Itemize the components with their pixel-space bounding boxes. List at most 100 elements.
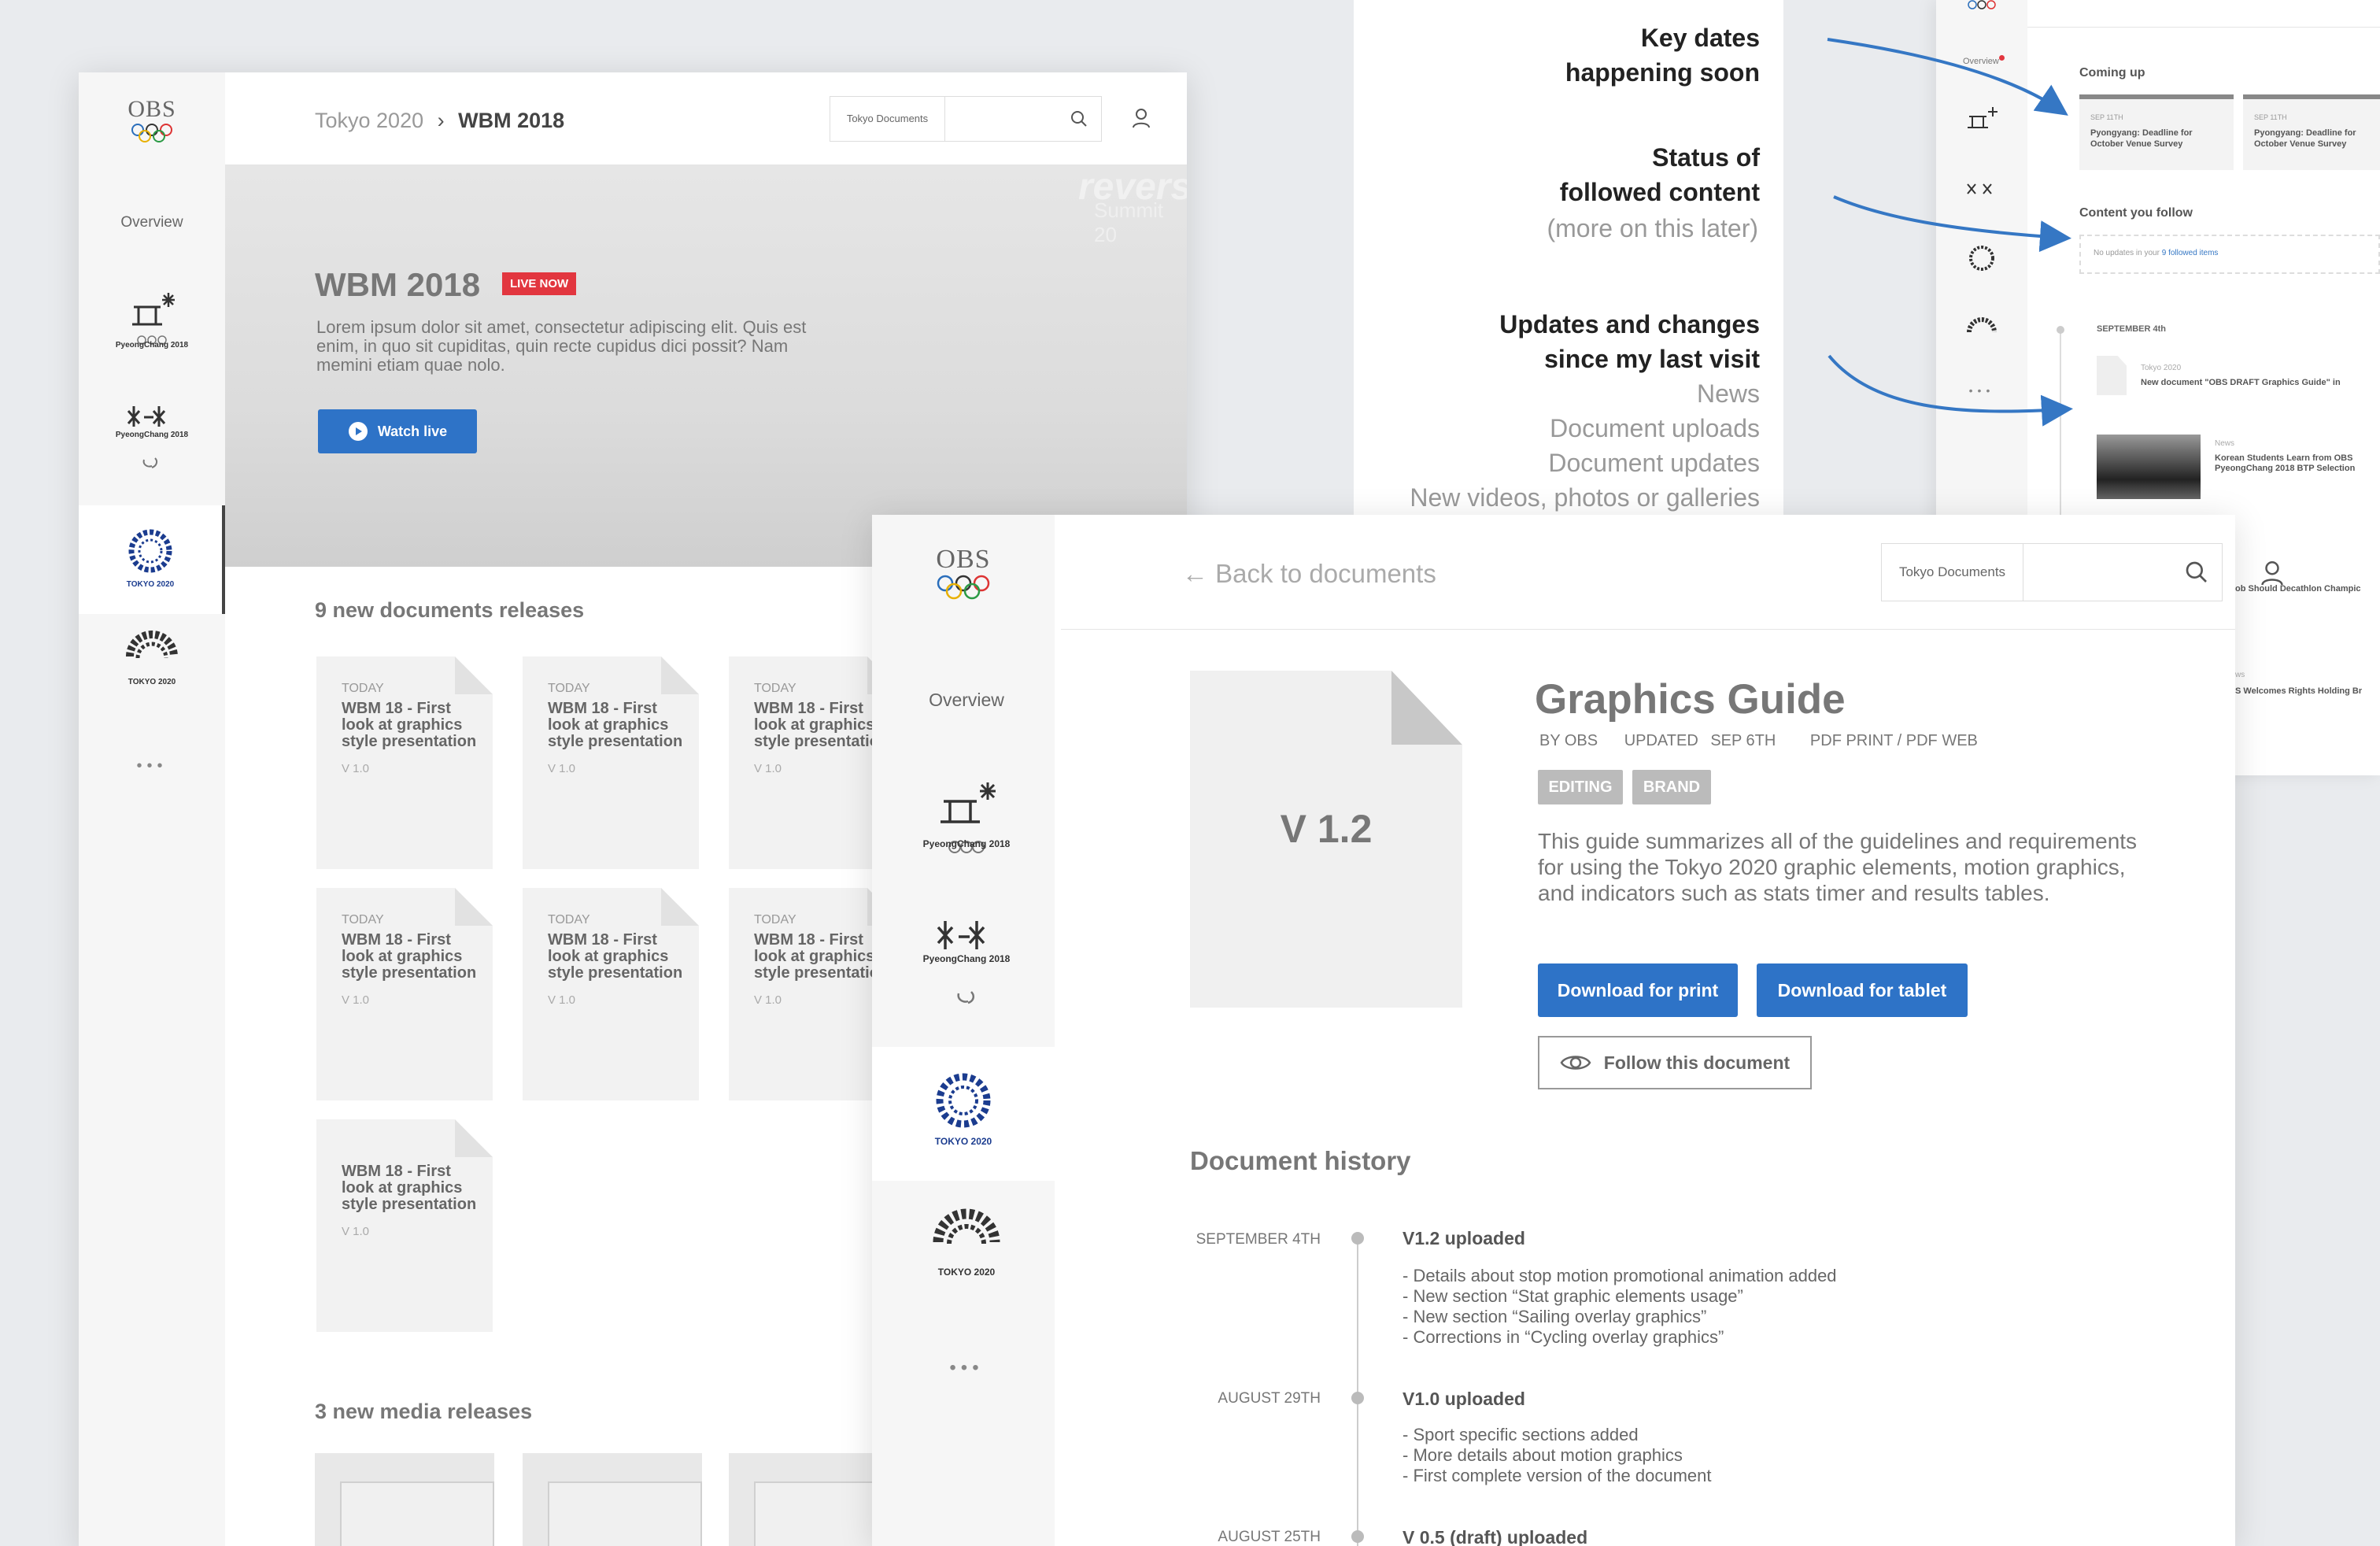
annotation-line: Updates and changes — [1499, 310, 1760, 338]
media-heading: 3 new media releases — [315, 1400, 533, 1423]
annotation-updates: Updates and changes since my last visit — [1499, 307, 1760, 376]
feed-item[interactable]: Tokyo 2020 New document "OBS DRAFT Graph… — [2097, 356, 2380, 403]
sidebar-item-overview[interactable]: Overview — [872, 690, 1061, 711]
hero-title: WBM 2018 — [315, 266, 481, 303]
doc-date: TODAY — [342, 682, 384, 695]
search-icon[interactable] — [2184, 560, 2209, 585]
tag-editing[interactable]: EDITING — [1538, 770, 1623, 804]
sidebar-item-pyeongchang[interactable]: PyeongChang 2018 — [79, 285, 225, 395]
followed-status-prefix: No updates in your — [2094, 249, 2160, 257]
history-date: AUGUST 25TH — [1218, 1529, 1321, 1545]
doc-card[interactable]: TODAY WBM 18 - First look at graphics sty… — [316, 888, 493, 1100]
sidebar-item-tokyo-paralympic[interactable]: TOKYO 2020 — [872, 1198, 1061, 1324]
doc-version: V 1.0 — [548, 762, 576, 775]
tokyo-para-caption: TOKYO 2020 — [128, 678, 176, 686]
event-date: SEP 11TH — [2090, 113, 2123, 121]
search-box[interactable]: Tokyo Documents — [1881, 543, 2223, 601]
feed-item-text[interactable]: ob Should Decathlon Champic — [2235, 584, 2361, 594]
feed-date-label: SEPTEMBER 4th — [2097, 324, 2167, 334]
watch-live-button[interactable]: Watch live — [318, 409, 477, 453]
history-detail-item: - Sport specific sections added — [1402, 1425, 1639, 1444]
feed-item-text[interactable]: S Welcomes Rights Holding Br — [2235, 686, 2362, 696]
sidebar-item-pyeongchang-paralympic[interactable]: PyeongChang 2018 — [872, 908, 1061, 1034]
annotation-line: Document uploads — [1550, 414, 1760, 442]
follow-document-button[interactable]: Follow this document — [1538, 1036, 1812, 1089]
sidebar-item-pyeongchang-paralympic[interactable]: PyeongChang 2018 — [79, 395, 225, 505]
search-box[interactable]: Tokyo Documents — [830, 96, 1102, 142]
sidebar-item-overview[interactable]: Overview — [79, 214, 225, 231]
history-detail-item: - New section “Stat graphic elements usa… — [1402, 1286, 1743, 1306]
obs-logo[interactable]: OBS — [79, 96, 225, 143]
user-icon[interactable] — [1132, 107, 1151, 129]
search-icon[interactable] — [1070, 109, 1088, 128]
annotation-update-types: News Document uploads Document updates N… — [1410, 376, 1760, 515]
doc-date: TODAY — [754, 682, 796, 695]
event-card[interactable]: SEP 11TH Pyongyang: Deadline for October… — [2243, 94, 2380, 170]
pyeongchang-2018-logo-icon[interactable] — [1960, 101, 2004, 148]
eye-icon — [1560, 1056, 1591, 1070]
history-entry-title: V1.0 uploaded — [1402, 1389, 1525, 1409]
sidebar-item-tokyo-paralympic[interactable]: TOKYO 2020 — [79, 623, 225, 734]
more-icon[interactable]: ••• — [79, 757, 225, 775]
more-icon[interactable]: ••• — [1936, 384, 2027, 397]
doc-card[interactable]: TODAY WBM 18 - First look at graphics sty… — [523, 656, 699, 869]
search-scope-label[interactable]: Tokyo Documents — [1882, 544, 2023, 601]
media-thumb-frame — [340, 1481, 494, 1546]
history-date: AUGUST 29TH — [1218, 1390, 1321, 1407]
history-heading: Document history — [1190, 1146, 1411, 1175]
annotation-key-dates: Key dates happening soon — [1565, 20, 1760, 90]
breadcrumb-parent[interactable]: Tokyo 2020 — [315, 109, 423, 132]
search-scope-label[interactable]: Tokyo Documents — [830, 97, 945, 141]
tokyo-paralympic-emblem-icon[interactable] — [1964, 310, 1999, 357]
history-entry-title: V1.2 uploaded — [1402, 1228, 1525, 1248]
back-to-documents-link[interactable]: ← Back to documents — [1182, 559, 1436, 589]
media-card[interactable] — [523, 1453, 702, 1546]
document-title: Graphics Guide — [1535, 676, 1846, 723]
sidebar-item-tokyo-2020-active[interactable]: TOKYO 2020 — [79, 505, 225, 614]
annotation-line: Document updates — [1548, 449, 1760, 477]
tag-brand[interactable]: BRAND — [1632, 770, 1711, 804]
page-fold-icon — [1391, 671, 1462, 745]
live-now-badge: LIVE NOW — [502, 272, 577, 295]
feed-item-label: ws — [2235, 671, 2245, 679]
obs-logo-text: OBS — [936, 545, 991, 574]
doc-card[interactable]: WBM 18 - First look at graphics style pr… — [316, 1119, 493, 1332]
olympic-rings-icon — [131, 124, 172, 142]
doc-title: WBM 18 - First look at graphics style pr… — [548, 700, 683, 750]
hero-description: Lorem ipsum dolor sit amet, consectetur … — [316, 317, 807, 375]
more-icon[interactable]: ••• — [872, 1357, 1061, 1379]
left-sidebar: OBS Overview PyeongChang 2018 PyeongChan… — [79, 72, 225, 1546]
annotation-line: Key dates — [1640, 24, 1760, 52]
breadcrumb: Tokyo 2020 › WBM 2018 — [315, 109, 564, 133]
breadcrumb-separator: › — [437, 109, 445, 132]
download-tablet-button[interactable]: Download for tablet — [1757, 963, 1968, 1017]
feed-item[interactable]: News Korean Students Learn from OBS Pyeo… — [2097, 435, 2380, 499]
doc-title: WBM 18 - First look at graphics style pr… — [342, 1163, 477, 1213]
doc-version: V 1.0 — [342, 762, 370, 775]
followed-items-link[interactable]: 9 followed items — [2162, 249, 2219, 257]
sidebar-item-tokyo-2020-active[interactable]: TOKYO 2020 — [872, 1047, 1055, 1181]
doc-card[interactable]: TODAY WBM 18 - First look at graphics sty… — [316, 656, 493, 869]
front-panel: OBS Overview PyeongChang 2018 PyeongChan… — [872, 515, 2283, 1546]
obs-logo-text: OBS — [128, 96, 176, 122]
history-detail-item: - Details about stop motion promotional … — [1402, 1266, 1837, 1285]
download-print-button[interactable]: Download for print — [1538, 963, 1738, 1017]
tokyo-paralympic-emblem-icon — [933, 1208, 1000, 1245]
left-header: Tokyo 2020 › WBM 2018 Tokyo Documents — [225, 72, 1187, 165]
obs-logo[interactable]: OBS — [872, 545, 1055, 600]
event-card[interactable]: SEP 11TH Pyongyang: Deadline for October… — [2079, 94, 2234, 170]
history-detail-item: - Corrections in “Cycling overlay graphi… — [1402, 1327, 1724, 1347]
user-icon[interactable] — [2260, 559, 2284, 587]
page-fold-icon — [661, 656, 699, 694]
sidebar-item-overview[interactable]: Overview — [1963, 57, 1999, 66]
doc-card[interactable]: TODAY WBM 18 - First look at graphics sty… — [523, 888, 699, 1100]
media-card[interactable] — [315, 1453, 494, 1546]
sidebar-item-pyeongchang[interactable]: PyeongChang 2018 — [872, 775, 1061, 901]
doc-title: WBM 18 - First look at graphics style pr… — [548, 931, 683, 982]
feed-item-text: New document "OBS DRAFT Graphics Guide" … — [2141, 378, 2341, 387]
front-sidebar: OBS Overview PyeongChang 2018 PyeongChan… — [872, 515, 1055, 1546]
tokyo-2020-emblem-icon[interactable] — [1964, 244, 1999, 288]
pyeongchang-paralympic-logo-icon[interactable] — [1960, 175, 2004, 222]
doc-version: V 1.0 — [342, 993, 370, 1007]
feed-timeline-dot — [2057, 326, 2064, 334]
